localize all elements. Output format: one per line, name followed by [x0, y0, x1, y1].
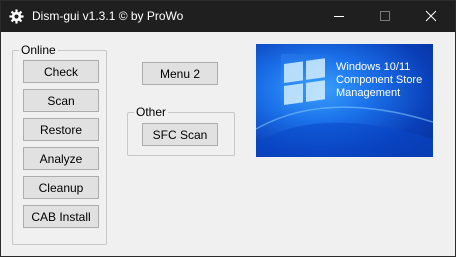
restore-button[interactable]: Restore: [23, 118, 99, 141]
check-button[interactable]: Check: [23, 60, 99, 83]
online-group-label: Online: [19, 43, 58, 57]
menu-2-button[interactable]: Menu 2: [142, 62, 218, 85]
title-bar[interactable]: Dism-gui v1.3.1 © by ProWo: [1, 1, 455, 32]
windows-banner: Windows 10/11 Component Store Management: [256, 44, 433, 157]
banner-line-1: Windows 10/11: [336, 61, 411, 73]
scan-button[interactable]: Scan: [23, 89, 99, 112]
sfc-scan-button[interactable]: SFC Scan: [142, 123, 218, 146]
maximize-icon: [380, 11, 390, 21]
client-area: Online Check Scan Restore Analyze Cleanu…: [1, 32, 455, 256]
minimize-button[interactable]: [317, 1, 363, 32]
minimize-icon: [334, 16, 344, 17]
cab-install-button[interactable]: CAB Install: [23, 205, 99, 228]
gear-icon: [9, 9, 24, 24]
maximize-button[interactable]: [363, 1, 409, 32]
banner-text: Windows 10/11 Component Store Management: [336, 61, 422, 100]
window-title: Dism-gui v1.3.1 © by ProWo: [32, 9, 184, 23]
analyze-button[interactable]: Analyze: [23, 147, 99, 170]
close-button[interactable]: [409, 1, 455, 32]
app-window: Dism-gui v1.3.1 © by ProWo Online Check …: [0, 0, 456, 257]
other-group-label: Other: [134, 105, 169, 119]
cleanup-button[interactable]: Cleanup: [23, 176, 99, 199]
close-icon: [425, 10, 437, 22]
banner-line-3: Management: [336, 87, 401, 99]
banner-line-2: Component Store: [336, 74, 423, 86]
